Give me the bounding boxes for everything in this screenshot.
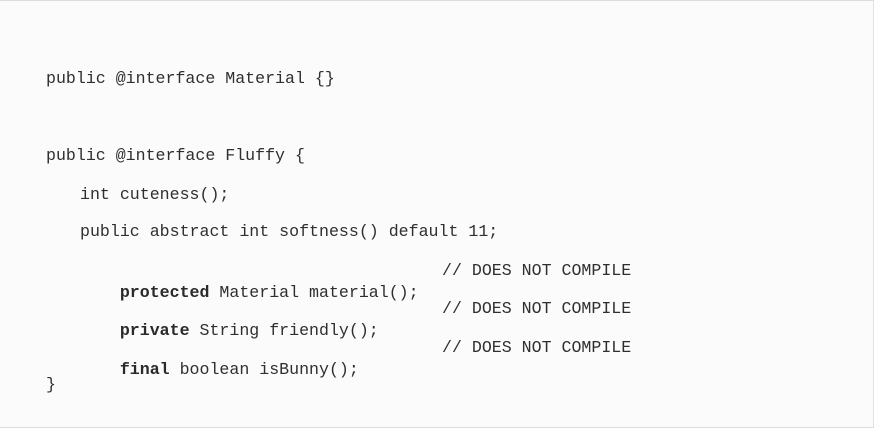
code-line-closing-brace: } xyxy=(46,375,56,394)
comment-friendly: // DOES NOT COMPILE xyxy=(442,299,632,318)
comment-isbunny: // DOES NOT COMPILE xyxy=(442,338,632,357)
code-text-isbunny: boolean isBunny(); xyxy=(169,360,359,379)
code-line-fluffy-interface: public @interface Fluffy { xyxy=(46,146,305,165)
code-line-material-interface: public @interface Material {} xyxy=(46,69,335,88)
code-line-cuteness: int cuteness(); xyxy=(80,185,230,204)
code-block: public @interface Material {} public @in… xyxy=(0,0,874,428)
comment-material: // DOES NOT COMPILE xyxy=(442,261,632,280)
code-line-softness: public abstract int softness() default 1… xyxy=(80,222,499,241)
keyword-final: final xyxy=(119,360,170,379)
